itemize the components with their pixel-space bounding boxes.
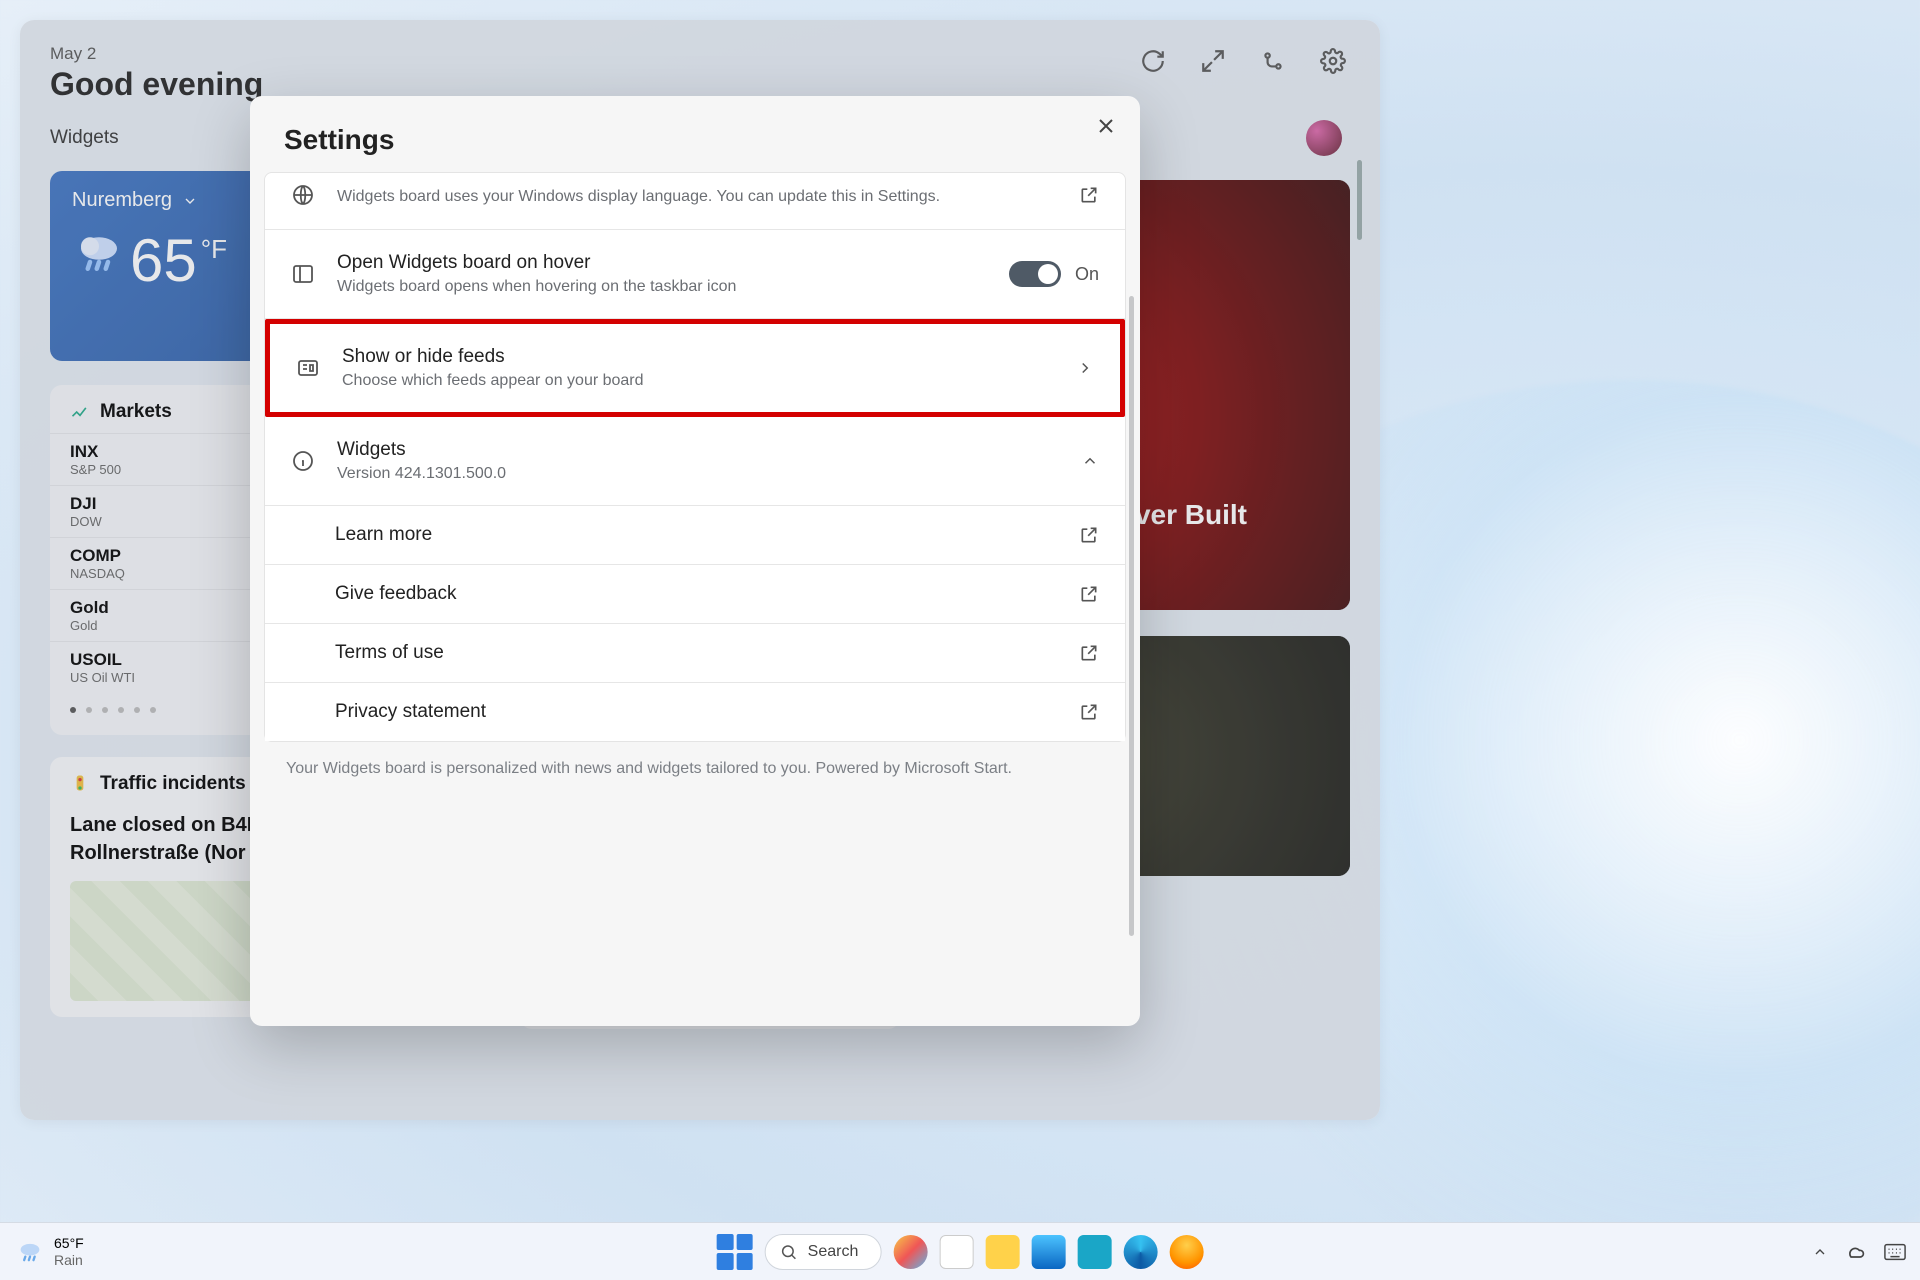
taskbar-app-taskview[interactable] xyxy=(939,1235,973,1269)
setting-row-feedback[interactable]: Give feedback xyxy=(265,565,1125,624)
setting-row-learn-more[interactable]: Learn more xyxy=(265,506,1125,565)
search-box[interactable]: Search xyxy=(765,1234,882,1270)
external-link-icon xyxy=(1079,643,1099,663)
setting-sub: Version 424.1301.500.0 xyxy=(337,465,1059,483)
start-button[interactable] xyxy=(717,1234,753,1270)
layout-icon xyxy=(291,262,315,286)
setting-title: Show or hide feeds xyxy=(342,346,1054,368)
chevron-up-icon xyxy=(1081,452,1099,470)
setting-row-hover[interactable]: Open Widgets board on hover Widgets boar… xyxy=(265,230,1125,319)
taskbar-cond: Rain xyxy=(54,1252,84,1268)
settings-title: Settings xyxy=(284,124,1106,156)
settings-footer: Your Widgets board is personalized with … xyxy=(264,742,1126,778)
external-link-icon xyxy=(1079,185,1099,205)
rain-icon xyxy=(16,1238,44,1266)
taskbar-app-explorer[interactable] xyxy=(1031,1235,1065,1269)
setting-row-feeds[interactable]: Show or hide feeds Choose which feeds ap… xyxy=(265,319,1125,417)
taskbar: 65°F Rain Search xyxy=(0,1222,1920,1280)
chevron-up-icon[interactable] xyxy=(1812,1244,1828,1260)
scrollbar[interactable] xyxy=(1129,296,1134,936)
setting-sub: Widgets board uses your Windows display … xyxy=(337,188,1057,206)
setting-row-privacy[interactable]: Privacy statement xyxy=(265,683,1125,741)
setting-title: Open Widgets board on hover xyxy=(337,252,987,274)
setting-sub: Widgets board opens when hovering on the… xyxy=(337,278,987,296)
taskbar-app-copilot[interactable] xyxy=(893,1235,927,1269)
search-placeholder: Search xyxy=(808,1243,859,1261)
info-icon xyxy=(291,449,315,473)
toggle-state: On xyxy=(1075,264,1099,285)
search-icon xyxy=(780,1243,798,1261)
setting-row-language[interactable]: Widgets board uses your Windows display … xyxy=(265,173,1125,230)
globe-icon xyxy=(291,183,315,207)
external-link-icon xyxy=(1079,525,1099,545)
setting-row-terms[interactable]: Terms of use xyxy=(265,624,1125,683)
taskbar-app-firefox[interactable] xyxy=(1169,1235,1203,1269)
taskbar-app-edge[interactable] xyxy=(1123,1235,1157,1269)
toggle-hover[interactable] xyxy=(1009,261,1061,287)
external-link-icon xyxy=(1079,584,1099,604)
cloud-icon[interactable] xyxy=(1846,1242,1866,1262)
taskbar-temp: 65°F xyxy=(54,1235,84,1251)
close-button[interactable] xyxy=(1094,114,1118,138)
chevron-right-icon xyxy=(1076,359,1094,377)
keyboard-icon[interactable] xyxy=(1884,1243,1906,1261)
settings-dialog: Settings Widgets board uses your Windows… xyxy=(250,96,1140,1026)
taskbar-weather[interactable]: 65°F Rain xyxy=(0,1235,100,1267)
taskbar-app-pre[interactable] xyxy=(985,1235,1019,1269)
feed-icon xyxy=(296,356,320,380)
setting-sub: Choose which feeds appear on your board xyxy=(342,372,1054,390)
setting-title: Widgets xyxy=(337,439,1059,461)
taskbar-app-v[interactable] xyxy=(1077,1235,1111,1269)
setting-row-about[interactable]: Widgets Version 424.1301.500.0 xyxy=(265,417,1125,506)
external-link-icon xyxy=(1079,702,1099,722)
